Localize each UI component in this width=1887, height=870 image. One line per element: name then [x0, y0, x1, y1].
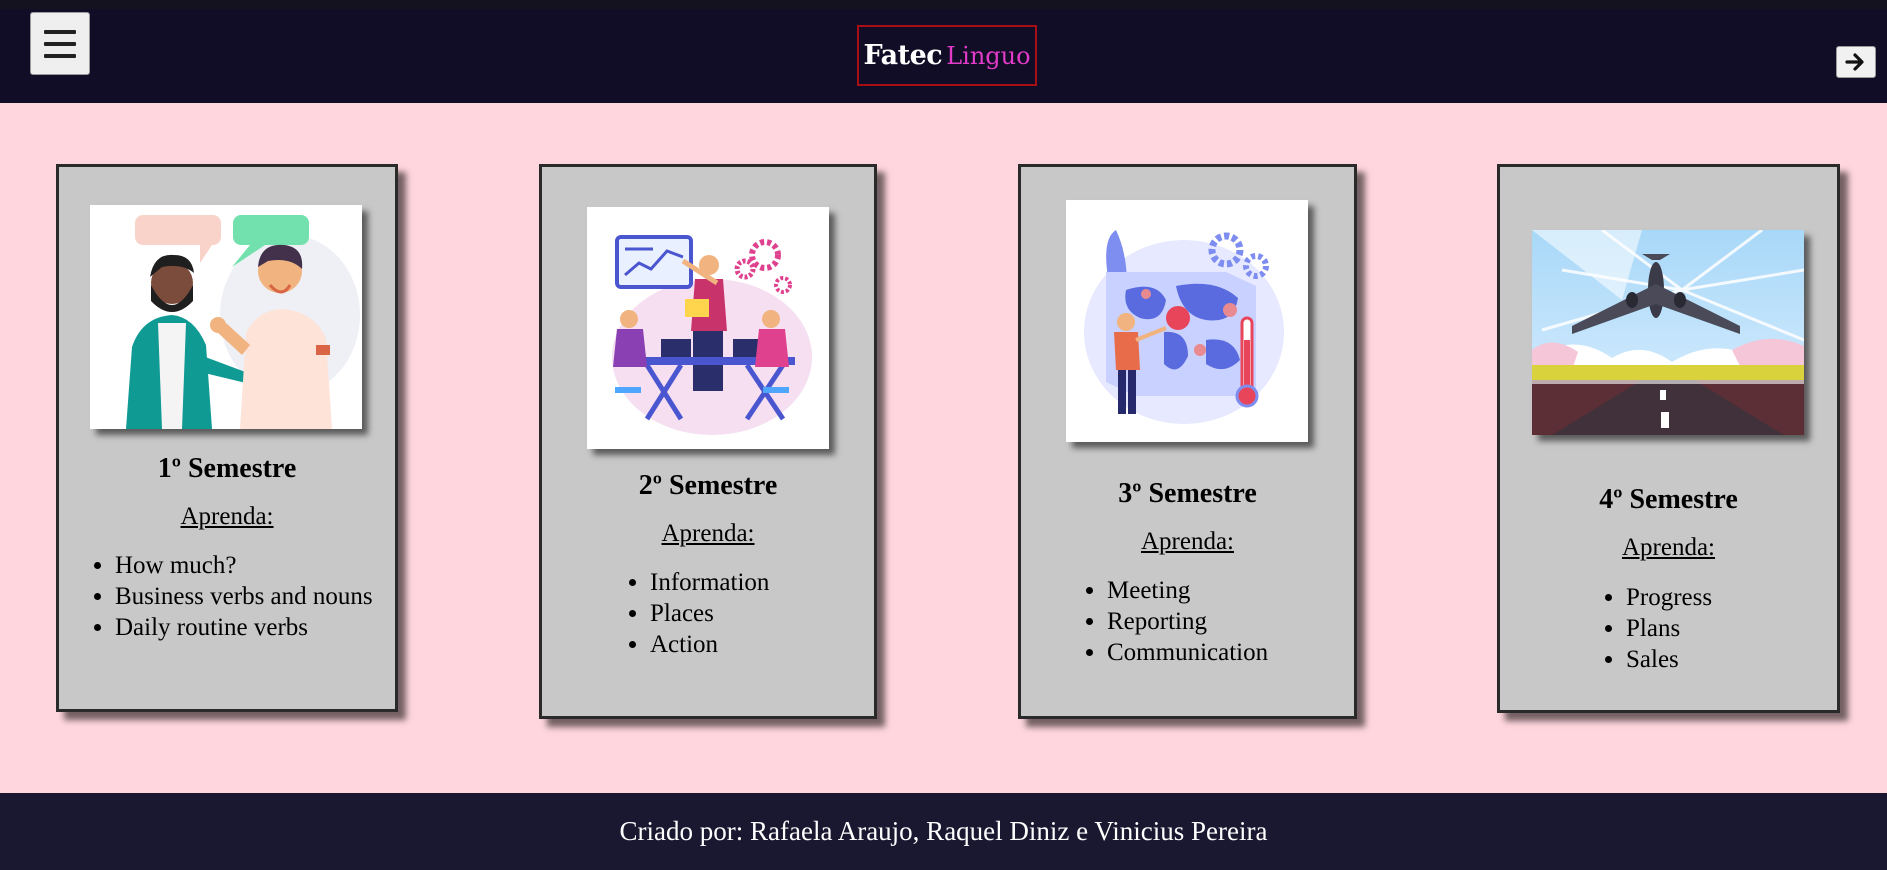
airplane-takeoff-illustration: [1532, 230, 1804, 435]
topics-list: Information Places Action: [623, 567, 880, 660]
list-item: Progress: [1626, 582, 1846, 613]
list-item: Places: [650, 598, 880, 629]
arrow-right-icon: [1845, 53, 1864, 71]
card-title: 4º Semestre: [1599, 484, 1738, 515]
card-title: 1º Semestre: [157, 453, 297, 484]
list-item: Meeting: [1107, 575, 1367, 606]
learn-label: Aprenda:: [1621, 534, 1716, 561]
semester-card-4[interactable]: 4º Semestre Aprenda: Progress Plans Sale…: [1497, 164, 1840, 713]
site-logo[interactable]: Fatec Linguo: [857, 25, 1037, 86]
footer: Criado por: Rafaela Araujo, Raquel Diniz…: [0, 793, 1887, 870]
topics-list: How much? Business verbs and nouns Daily…: [88, 550, 405, 643]
card-title: 3º Semestre: [1118, 478, 1257, 509]
semester-card-3[interactable]: 3º Semestre Aprenda: Meeting Reporting C…: [1018, 164, 1357, 719]
semester-card-2[interactable]: 2º Semestre Aprenda: Information Places …: [539, 164, 877, 719]
footer-credits: Criado por: Rafaela Araujo, Raquel Diniz…: [619, 816, 1268, 846]
list-item: Sales: [1626, 644, 1846, 675]
conversation-illustration: [90, 205, 362, 429]
list-item: Business verbs and nouns: [115, 581, 405, 612]
list-item: Reporting: [1107, 606, 1367, 637]
world-map-illustration: [1066, 200, 1308, 442]
list-item: Communication: [1107, 637, 1367, 668]
learn-label: Aprenda:: [180, 503, 274, 530]
card-title: 2º Semestre: [638, 470, 778, 501]
list-item: How much?: [115, 550, 405, 581]
meeting-illustration: [587, 207, 829, 449]
list-item: Daily routine verbs: [115, 612, 405, 643]
list-item: Information: [650, 567, 880, 598]
logo-text-fatec: Fatec: [863, 40, 943, 71]
logo-text-linguo: Linguo: [946, 41, 1031, 70]
hamburger-icon: [44, 29, 76, 58]
learn-label: Aprenda:: [661, 520, 755, 547]
semester-card-1[interactable]: 1º Semestre Aprenda: How much? Business …: [56, 164, 398, 712]
topics-list: Meeting Reporting Communication: [1080, 575, 1367, 668]
top-navbar: Fatec Linguo: [0, 9, 1887, 103]
topics-list: Progress Plans Sales: [1599, 582, 1846, 675]
learn-label: Aprenda:: [1140, 528, 1235, 555]
list-item: Plans: [1626, 613, 1846, 644]
menu-button[interactable]: [30, 12, 90, 75]
top-strip: [0, 0, 1887, 9]
exit-button[interactable]: [1836, 46, 1876, 78]
list-item: Action: [650, 629, 880, 660]
